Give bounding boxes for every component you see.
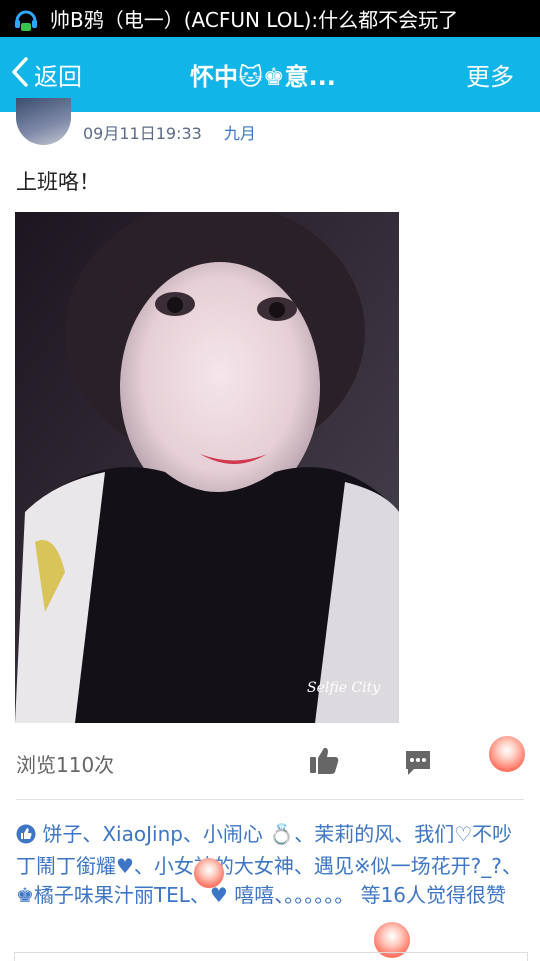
view-count: 浏览110次 <box>16 753 115 777</box>
post-meta: 09月11日19:33 九月 <box>83 120 256 144</box>
back-label: 返回 <box>34 63 82 91</box>
lantern-decoration <box>194 858 224 888</box>
nav-bar: 返回 怀中🐱♚意... 更多 <box>0 37 540 112</box>
photo-watermark: Selfie City <box>307 680 381 696</box>
divider <box>16 799 524 800</box>
thumbs-up-icon[interactable] <box>308 745 340 779</box>
like-circle-icon <box>16 823 36 852</box>
headset-icon <box>12 5 40 33</box>
chevron-left-icon <box>10 56 34 94</box>
notification-text: 帅B鸦（电一）(ACFUN LOL):什么都不会玩了 <box>50 8 459 32</box>
likes-list: 饼子、XiaoJinp、小闹心 💍、茉莉的风、我们♡不吵丁鬧丁銜耀♥、小女神的大… <box>16 820 526 910</box>
likes-summary[interactable]: 等16人觉得很赞 <box>361 883 506 907</box>
post-text: 上班咯！ <box>16 170 100 194</box>
more-button[interactable]: 更多 <box>466 57 514 92</box>
back-button[interactable]: 返回 <box>10 56 82 94</box>
page-title: 怀中🐱♚意... <box>190 63 336 91</box>
lantern-decoration <box>489 736 525 772</box>
comment-icon[interactable] <box>404 749 432 781</box>
avatar[interactable] <box>16 98 71 145</box>
post-date: 09月11日19:33 <box>83 124 202 143</box>
post-photo[interactable]: Selfie City <box>15 212 399 723</box>
month-tag[interactable]: 九月 <box>224 120 256 144</box>
status-bar: 帅B鸦（电一）(ACFUN LOL):什么都不会玩了 <box>0 0 540 37</box>
